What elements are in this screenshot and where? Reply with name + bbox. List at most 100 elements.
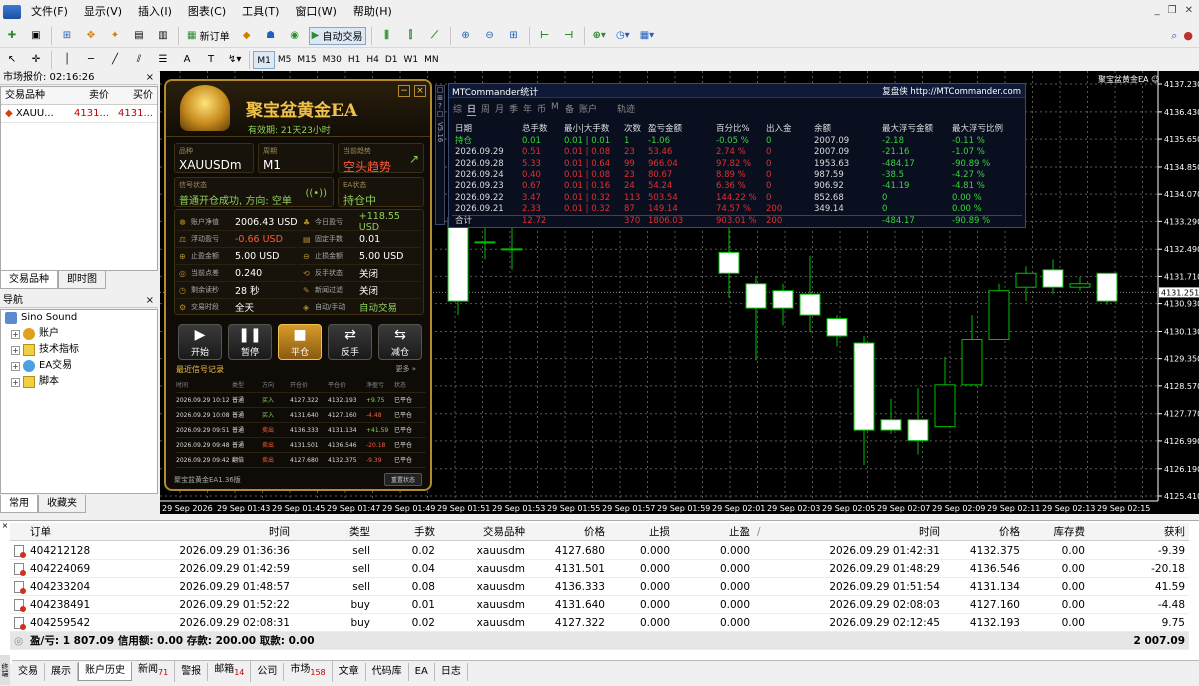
timeframe-m30[interactable]: M30 — [320, 51, 345, 69]
strategy-tester-icon[interactable]: ▥ — [153, 27, 173, 45]
terminal-tab[interactable]: 文章 — [333, 662, 366, 681]
table-row[interactable]: 404233204 2026.09.29 01:48:57 sell 0.08 xauu… — [10, 578, 1189, 596]
timeframe-m15[interactable]: M15 — [294, 51, 319, 69]
stats-tab[interactable]: 周 — [481, 102, 490, 115]
terminal-tab[interactable]: 代码库 — [366, 662, 409, 681]
market-watch-icon[interactable]: ⊞ — [57, 27, 77, 45]
channel-icon[interactable]: ⫽ — [129, 51, 149, 69]
timeframe-w1[interactable]: W1 — [401, 51, 422, 69]
terminal-header-cell[interactable]: 止损 — [610, 523, 670, 541]
stats-refresh-icon[interactable]: □ — [436, 110, 444, 118]
timeframe-m5[interactable]: M5 — [275, 51, 295, 69]
close-icon[interactable]: × — [146, 71, 154, 85]
terminal-tab[interactable]: EA — [409, 662, 435, 681]
arrows-icon[interactable]: ↯▾ — [225, 51, 244, 69]
menu-item[interactable]: 帮助(H) — [345, 0, 400, 24]
candlestick-icon[interactable]: ⫿ — [401, 27, 421, 45]
table-row[interactable]: 404259542 2026.09.29 02:08:31 buy 0.02 xauus… — [10, 614, 1189, 632]
terminal-header-cell[interactable]: 类型 — [300, 523, 370, 541]
stats-expand-icon[interactable]: ⊞ — [436, 94, 444, 102]
terminal-tab[interactable]: 新闻71 — [132, 661, 176, 682]
menu-item[interactable]: 图表(C) — [180, 0, 234, 24]
fibonacci-icon[interactable]: ☰ — [153, 51, 173, 69]
navigator-root[interactable]: Sino Sound — [1, 310, 157, 326]
trendline-icon[interactable]: ╱ — [105, 51, 125, 69]
terminal-tab[interactable]: 展示 — [45, 662, 78, 681]
stats-tab[interactable]: M — [551, 102, 559, 112]
timeframe-mn[interactable]: MN — [421, 51, 442, 69]
timeframe-d1[interactable]: D1 — [382, 51, 401, 69]
close-icon[interactable]: × — [146, 294, 154, 308]
signals-icon[interactable]: ☗ — [261, 27, 281, 45]
nav-item-accounts[interactable]: + 账户 — [1, 326, 157, 342]
ea-button-1[interactable]: ❚❚ 暂停 — [228, 324, 272, 360]
reset-status-button[interactable]: 重置状态 — [383, 473, 422, 486]
profiles-icon[interactable]: ▣ — [26, 27, 46, 45]
tab-symbols[interactable]: 交易品种 — [0, 271, 58, 289]
ea-close-icon[interactable]: × — [414, 85, 426, 97]
nav-item-scripts[interactable]: + 脚本 — [1, 374, 157, 390]
terminal-close-icon[interactable]: × — [0, 521, 10, 661]
terminal-tab[interactable]: 日志 — [435, 662, 468, 681]
menu-item[interactable]: 窗口(W) — [287, 0, 344, 24]
search-icon[interactable]: ⌕ — [1171, 29, 1177, 43]
stats-tab[interactable]: 综 — [453, 102, 462, 115]
data-window-icon[interactable]: ✥ — [81, 27, 101, 45]
tab-favorites[interactable]: 收藏夹 — [38, 495, 86, 513]
terminal-tab[interactable]: 邮箱14 — [208, 661, 252, 682]
stats-help-icon[interactable]: ? — [436, 102, 444, 110]
table-row[interactable]: 404224069 2026.09.29 01:42:59 sell 0.04 xauu… — [10, 560, 1189, 578]
minimize-icon[interactable]: _ — [1155, 5, 1160, 16]
cursor-icon[interactable]: ↖ — [2, 51, 22, 69]
menu-item[interactable]: 文件(F) — [23, 0, 76, 24]
periods-icon[interactable]: ◷▾ — [613, 27, 633, 45]
stats-tab[interactable]: 月 — [495, 102, 504, 115]
terminal-header-cell[interactable]: 交易品种 — [440, 523, 525, 541]
stats-link[interactable]: 复盘侠 http://MTCommander.com — [882, 85, 1021, 97]
ea-button-4[interactable]: ⇆ 减仓 — [378, 324, 422, 360]
stats-minimize-icon[interactable]: □ — [436, 86, 444, 94]
timeframe-m1[interactable]: M1 — [253, 50, 275, 69]
terminal-icon[interactable]: ▤ — [129, 27, 149, 45]
expand-icon[interactable]: + — [11, 377, 20, 387]
zoom-out-icon[interactable]: ⊖ — [480, 27, 500, 45]
auto-trading-button[interactable]: ▶ 自动交易 — [308, 26, 366, 45]
terminal-tab[interactable]: 账户历史 — [78, 662, 132, 681]
ea-button-0[interactable]: ▶ 开始 — [178, 324, 222, 360]
bar-chart-icon[interactable]: ⫼ — [377, 27, 397, 45]
templates-icon[interactable]: ▦▾ — [637, 27, 657, 45]
new-order-button[interactable]: ▦ 新订单 — [184, 27, 233, 45]
terminal-header-cell[interactable]: 时间 — [755, 523, 940, 541]
zoom-in-icon[interactable]: ⊕ — [456, 27, 476, 45]
terminal-tab[interactable]: 警报 — [175, 662, 209, 681]
expand-icon[interactable]: + — [11, 361, 20, 371]
nav-item-indicators[interactable]: + 技术指标 — [1, 342, 157, 358]
stats-tab[interactable]: 日 — [467, 102, 477, 116]
terminal-header-cell[interactable]: 价格 — [530, 523, 605, 541]
timeframe-h1[interactable]: H1 — [345, 51, 364, 69]
table-row[interactable]: 404238491 2026.09.29 01:52:22 buy 0.01 xauus… — [10, 596, 1189, 614]
restore-icon[interactable]: ❐ — [1168, 5, 1177, 16]
close-icon[interactable]: ✕ — [1185, 5, 1193, 16]
terminal-header-cell[interactable]: 订单 — [30, 523, 110, 541]
auto-scroll-icon[interactable]: ⊣ — [559, 27, 579, 45]
account-icon[interactable]: ● — [1183, 29, 1193, 43]
stats-tab[interactable]: 轨迹 — [617, 102, 635, 115]
crosshair-icon[interactable]: ✛ — [26, 51, 46, 69]
line-chart-icon[interactable]: ⟋ — [425, 27, 445, 45]
ea-minimize-icon[interactable]: − — [398, 85, 410, 97]
stats-tab[interactable]: 备 — [565, 102, 574, 115]
text-label-icon[interactable]: T — [201, 51, 221, 69]
ea-button-3[interactable]: ⇄ 反手 — [328, 324, 372, 360]
horizontal-line-icon[interactable]: ─ — [81, 51, 101, 69]
terminal-header-cell[interactable]: 库存费 — [1025, 523, 1086, 541]
terminal-tab[interactable]: 市场158 — [284, 661, 333, 682]
menu-item[interactable]: 插入(I) — [130, 0, 180, 24]
menu-item[interactable]: 工具(T) — [234, 0, 287, 24]
terminal-header-cell[interactable]: 获利 — [1090, 523, 1185, 541]
indicators-icon[interactable]: ⊕▾ — [590, 27, 609, 45]
vps-icon[interactable]: ◉ — [285, 27, 305, 45]
terminal-tab[interactable]: 交易 — [12, 662, 45, 681]
expand-icon[interactable]: + — [11, 345, 20, 355]
terminal-header-cell[interactable]: 手数 — [370, 523, 435, 541]
